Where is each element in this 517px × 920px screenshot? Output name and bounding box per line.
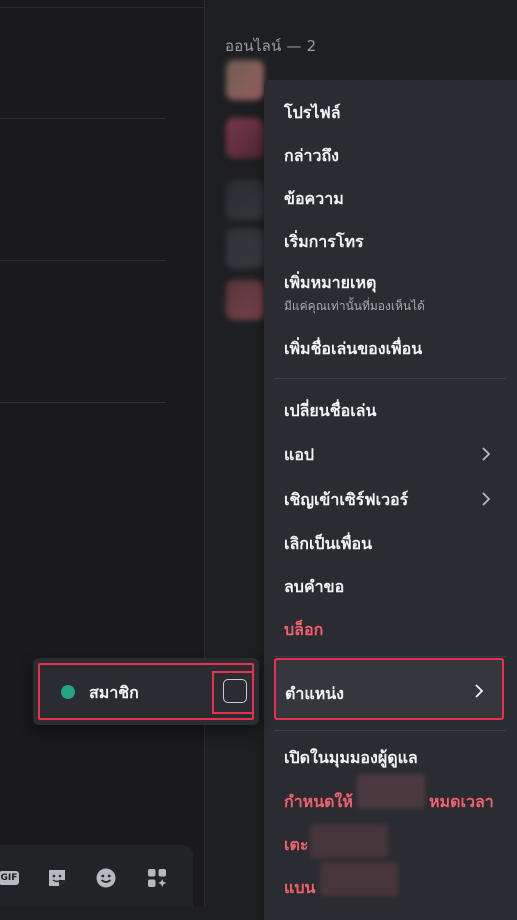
menu-item-add-friend-nickname[interactable]: เพิ่มชื่อเล่นของเพื่อน — [284, 337, 422, 362]
gif-button[interactable]: GIF — [0, 867, 20, 889]
menu-item-remove-request[interactable]: ลบคำขอ — [284, 575, 344, 600]
apps-icon — [148, 869, 167, 887]
redacted-username — [310, 824, 388, 858]
menu-item-roles[interactable]: ตำแหน่ง — [274, 658, 504, 720]
chevron-right-icon — [475, 684, 484, 698]
menu-item-ban[interactable]: แบน — [284, 876, 315, 901]
menu-item-add-note[interactable]: เพิ่มหมายเหตุ — [284, 271, 376, 296]
message-divider — [0, 118, 166, 119]
menu-separator — [274, 730, 506, 731]
menu-item-message[interactable]: ข้อความ — [284, 187, 344, 212]
menu-separator — [274, 656, 506, 657]
menu-item-timeout-label: กำหนดให้ — [284, 792, 353, 811]
chat-area — [0, 0, 204, 907]
apps-button[interactable] — [146, 867, 168, 889]
menu-item-change-nickname[interactable]: เปลี่ยนชื่อเล่น — [284, 399, 376, 424]
member-avatar[interactable] — [226, 118, 264, 158]
redacted-username — [320, 862, 398, 896]
user-context-menu: โปรไฟล์ กล่าวถึง ข้อความ เริ่มการโทร เพิ… — [264, 80, 517, 920]
member-avatar[interactable] — [226, 60, 264, 100]
menu-item-roles-label: ตำแหน่ง — [285, 684, 344, 703]
menu-item-add-note-hint: มีแค่คุณเท่านั้นที่มองเห็นได้ — [284, 299, 425, 313]
menu-item-remove-friend[interactable]: เลิกเป็นเพื่อน — [284, 532, 372, 557]
member-avatar[interactable] — [226, 180, 264, 220]
member-avatar[interactable] — [226, 280, 264, 320]
message-composer-bar: GIF — [0, 845, 193, 907]
menu-item-profile[interactable]: โปรไฟล์ — [284, 101, 341, 126]
chevron-right-icon — [482, 447, 491, 461]
chevron-right-icon — [482, 492, 491, 506]
role-color-dot — [61, 685, 75, 699]
message-divider — [0, 260, 166, 261]
menu-item-block[interactable]: บล็อก — [284, 618, 323, 643]
sticker-icon — [49, 870, 65, 886]
emoji-button[interactable] — [95, 867, 117, 889]
menu-item-apps[interactable]: แอป — [284, 443, 314, 468]
online-members-header: ออนไลน์ — 2 — [225, 37, 317, 55]
menu-item-start-call[interactable]: เริ่มการโทร — [284, 230, 364, 255]
menu-item-timeout-suffix: หมดเวลา — [429, 792, 494, 811]
menu-separator — [274, 378, 506, 379]
menu-item-invite-to-server[interactable]: เชิญเข้าเซิร์ฟเวอร์ — [284, 488, 408, 513]
role-checkbox[interactable] — [223, 679, 247, 703]
emoji-icon — [96, 868, 116, 888]
menu-item-timeout[interactable]: กำหนดให้ — [284, 790, 353, 815]
sticker-button[interactable] — [46, 867, 68, 889]
menu-item-mention[interactable]: กล่าวถึง — [284, 144, 339, 169]
role-name: สมาชิก — [89, 683, 139, 702]
menu-item-kick[interactable]: เตะ — [284, 833, 308, 858]
member-avatar[interactable] — [226, 228, 264, 268]
menu-item-open-mod-view[interactable]: เปิดในมุมมองผู้ดูแล — [284, 746, 418, 771]
redacted-username — [357, 774, 425, 808]
gif-icon: GIF — [0, 871, 20, 885]
message-divider — [0, 402, 166, 403]
